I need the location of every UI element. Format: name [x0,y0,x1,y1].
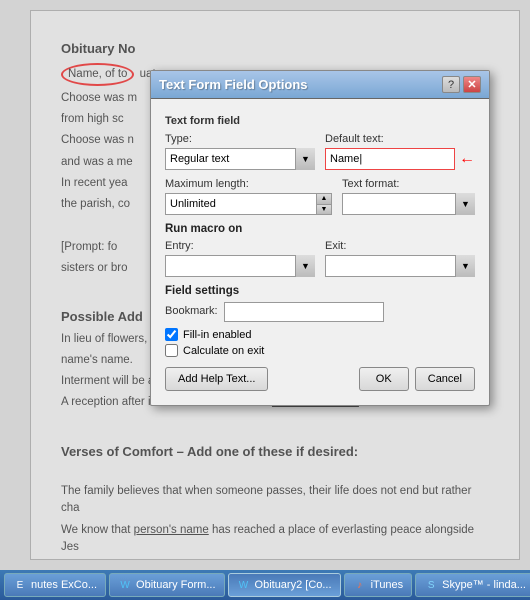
exit-label: Exit: [325,240,475,252]
exit-select[interactable] [325,255,475,277]
default-text-input[interactable] [325,148,455,170]
dialog-controls: ? ✕ [442,76,481,93]
max-length-spinner: ▲ ▼ [317,193,332,215]
max-length-input[interactable] [165,193,317,215]
footer-left: Add Help Text... [165,367,268,391]
ok-button[interactable]: OK [359,367,409,391]
text-format-label: Text format: [342,178,475,190]
type-default-row: Type: Regular text ▼ Default text: ← [165,133,475,170]
fill-in-row: Fill-in enabled [165,328,475,341]
default-text-col: Default text: ← [325,133,475,170]
type-col: Type: Regular text ▼ [165,133,315,170]
dialog-footer: Add Help Text... OK Cancel [165,367,475,391]
taskbar-icon-0: E [13,578,27,592]
spin-up-button[interactable]: ▲ [317,194,331,205]
taskbar-icon-4: S [424,578,438,592]
macro-row: Entry: ▼ Exit: ▼ [165,240,475,277]
taskbar-label-0: nutes ExCo... [31,579,97,591]
red-arrow-indicator: ← [459,150,475,168]
dialog-title: Text Form Field Options [159,77,308,92]
entry-col: Entry: ▼ [165,240,315,277]
dialog-help-button[interactable]: ? [442,76,460,93]
bookmark-input[interactable] [224,302,384,322]
calculate-on-exit-label: Calculate on exit [183,345,264,357]
taskbar-item-1[interactable]: W Obituary Form... [109,573,224,597]
taskbar-item-0[interactable]: E nutes ExCo... [4,573,106,597]
exit-select-wrapper: ▼ [325,255,475,277]
text-format-select-wrapper: ▼ [342,193,475,215]
calculate-exit-row: Calculate on exit [165,344,475,357]
type-select-wrapper: Regular text ▼ [165,148,315,170]
taskbar-icon-3: ♪ [353,578,367,592]
exit-col: Exit: ▼ [325,240,475,277]
spin-down-button[interactable]: ▼ [317,205,331,215]
taskbar-label-3: iTunes [371,579,404,591]
max-length-input-wrapper: ▲ ▼ [165,193,332,215]
bookmark-row: Bookmark: [165,302,475,322]
max-length-col: Maximum length: ▲ ▼ [165,178,332,215]
fill-in-label: Fill-in enabled [183,329,251,341]
fill-in-checkbox[interactable] [165,328,178,341]
calculate-on-exit-checkbox[interactable] [165,344,178,357]
taskbar-label-1: Obituary Form... [136,579,215,591]
entry-select-wrapper: ▼ [165,255,315,277]
taskbar-label-2: Obituary2 [Co... [255,579,332,591]
max-length-label: Maximum length: [165,178,332,190]
taskbar-item-4[interactable]: S Skype™ - linda... [415,573,530,597]
taskbar-icon-1: W [118,578,132,592]
add-help-text-button[interactable]: Add Help Text... [165,367,268,391]
text-form-field-label: Text form field [165,115,475,127]
dialog-titlebar: Text Form Field Options ? ✕ [151,71,489,99]
taskbar-label-4: Skype™ - linda... [442,579,526,591]
bookmark-label: Bookmark: [165,305,218,317]
entry-label: Entry: [165,240,315,252]
max-length-format-row: Maximum length: ▲ ▼ Text format: ▼ [165,178,475,215]
text-form-field-dialog: Text Form Field Options ? ✕ Text form fi… [150,70,490,406]
dialog-body: Text form field Type: Regular text ▼ Def… [151,99,489,405]
taskbar: E nutes ExCo... W Obituary Form... W Obi… [0,570,530,600]
taskbar-item-3[interactable]: ♪ iTunes [344,573,413,597]
dialog-close-button[interactable]: ✕ [463,76,481,93]
type-label: Type: [165,133,315,145]
taskbar-item-2[interactable]: W Obituary2 [Co... [228,573,341,597]
field-settings-label: Field settings [165,285,475,297]
footer-right: OK Cancel [359,367,475,391]
entry-select[interactable] [165,255,315,277]
cancel-button[interactable]: Cancel [415,367,475,391]
type-select[interactable]: Regular text [165,148,315,170]
text-format-select[interactable] [342,193,475,215]
default-text-label: Default text: [325,133,455,145]
run-macro-label: Run macro on [165,223,475,235]
taskbar-icon-2: W [237,578,251,592]
text-format-col: Text format: ▼ [342,178,475,215]
